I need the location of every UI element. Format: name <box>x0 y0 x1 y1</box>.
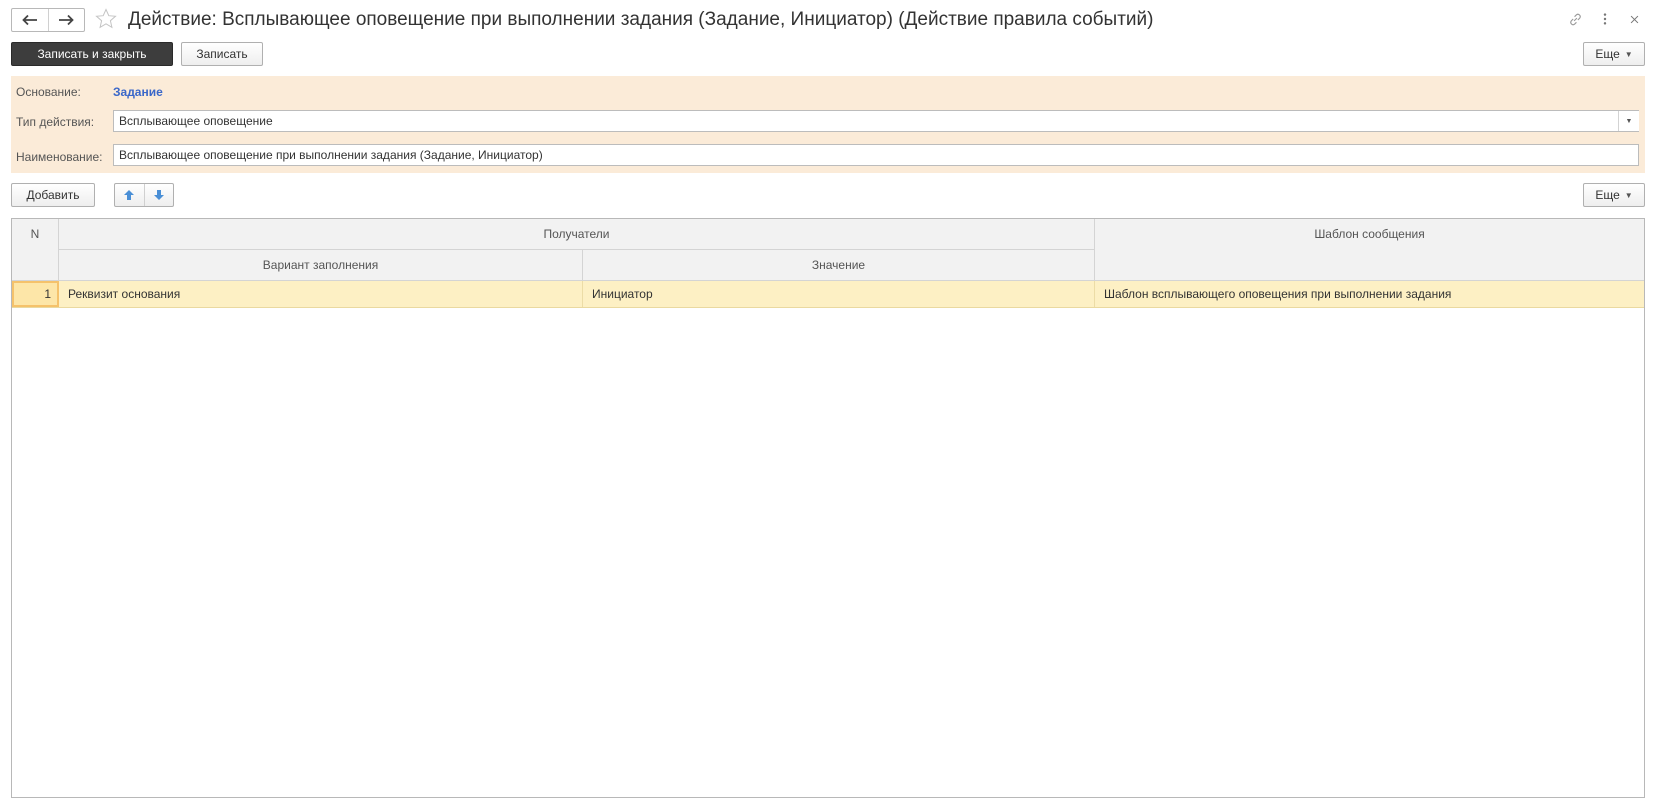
basis-link[interactable]: Задание <box>113 85 163 99</box>
value-cell[interactable]: Инициатор <box>583 281 1095 307</box>
action-type-select[interactable]: Всплывающее оповещение <box>113 110 1639 132</box>
forward-button[interactable] <box>47 9 85 31</box>
page-title: Действие: Всплывающее оповещение при вып… <box>128 9 1154 30</box>
column-header-fill-variant[interactable]: Вариант заполнения <box>59 250 583 281</box>
recipients-table[interactable]: N Получатели Вариант заполнения Значение… <box>11 218 1645 798</box>
back-button[interactable] <box>12 9 48 31</box>
table-row[interactable]: 1 Реквизит основания Инициатор Шаблон вс… <box>12 281 1644 308</box>
save-button[interactable]: Записать <box>181 42 263 66</box>
move-down-button[interactable] <box>143 184 174 206</box>
save-and-close-label: Записать и закрыть <box>37 47 147 61</box>
name-label: Наименование: <box>16 150 103 164</box>
action-type-value: Всплывающее оповещение <box>119 114 273 128</box>
action-type-label: Тип действия: <box>16 115 95 129</box>
add-label: Добавить <box>26 188 80 202</box>
add-button[interactable]: Добавить <box>11 183 95 207</box>
column-header-template[interactable]: Шаблон сообщения <box>1095 219 1644 281</box>
more-label: Еще <box>1595 47 1620 61</box>
arrow-up-icon <box>124 190 135 200</box>
basis-label: Основание: <box>16 85 81 99</box>
table-more-label: Еще <box>1595 188 1620 202</box>
column-header-value[interactable]: Значение <box>583 250 1095 281</box>
arrow-left-icon <box>21 14 37 26</box>
column-group-recipients: Получатели <box>59 219 1095 250</box>
column-header-value-label: Значение <box>811 258 866 272</box>
more-button[interactable]: Еще ▼ <box>1583 42 1645 66</box>
move-buttons <box>114 183 174 207</box>
column-header-n-label: N <box>30 227 40 241</box>
chevron-down-icon: ▼ <box>1624 190 1633 200</box>
link-icon[interactable] <box>1566 10 1584 28</box>
save-and-close-button[interactable]: Записать и закрыть <box>11 42 173 66</box>
column-header-n[interactable]: N <box>12 219 59 281</box>
column-header-fill-variant-label: Вариант заполнения <box>262 258 379 272</box>
name-field[interactable]: Всплывающее оповещение при выполнении за… <box>113 144 1639 166</box>
close-icon[interactable] <box>1625 10 1643 28</box>
arrow-down-icon <box>153 190 164 200</box>
template-cell[interactable]: Шаблон всплывающего оповещения при выпол… <box>1095 281 1644 307</box>
name-value: Всплывающее оповещение при выполнении за… <box>119 148 543 162</box>
column-header-template-label: Шаблон сообщения <box>1314 227 1425 241</box>
column-group-recipients-label: Получатели <box>543 227 610 241</box>
table-more-button[interactable]: Еще ▼ <box>1583 183 1645 207</box>
chevron-down-icon: ▼ <box>1624 49 1633 59</box>
row-number-cell[interactable]: 1 <box>12 281 59 307</box>
more-vertical-icon[interactable] <box>1596 10 1614 28</box>
navigation-buttons <box>11 8 85 32</box>
move-up-button[interactable] <box>115 184 144 206</box>
arrow-right-icon <box>59 14 75 26</box>
save-label: Записать <box>196 47 248 61</box>
chevron-down-icon[interactable]: ▼ <box>1618 111 1639 131</box>
star-icon[interactable] <box>95 8 117 30</box>
fill-variant-cell[interactable]: Реквизит основания <box>59 281 583 307</box>
title-bar: Действие: Всплывающее оповещение при вып… <box>0 0 1657 38</box>
